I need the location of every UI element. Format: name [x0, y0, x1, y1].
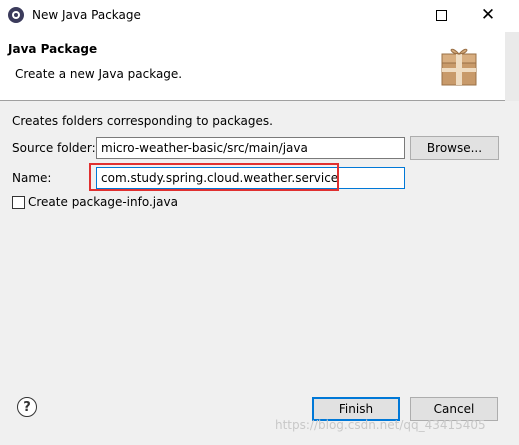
create-package-info-checkbox[interactable] [12, 196, 25, 209]
browse-button[interactable]: Browse... [410, 136, 499, 160]
new-java-package-dialog: New Java Package ✕ Java Package Create a… [0, 0, 519, 445]
watermark: https://blog.csdn.net/qq_43415405 [275, 418, 486, 432]
annotation-highlight-box [89, 163, 339, 191]
title-bar[interactable]: New Java Package ✕ [0, 0, 519, 31]
close-icon: ✕ [480, 5, 496, 25]
help-icon[interactable]: ? [17, 397, 37, 417]
package-icon [441, 48, 477, 86]
name-label: Name: [12, 171, 52, 185]
eclipse-icon [8, 7, 24, 23]
intro-text: Creates folders corresponding to package… [12, 114, 273, 128]
maximize-icon [435, 10, 447, 21]
dialog-footer: ? Finish Cancel https://blog.csdn.net/qq… [0, 371, 519, 445]
close-button[interactable]: ✕ [465, 0, 511, 31]
source-folder-label: Source folder: [12, 141, 96, 155]
window-title: New Java Package [32, 8, 141, 22]
source-folder-input[interactable]: micro-weather-basic/src/main/java [96, 137, 405, 159]
banner-title: Java Package [8, 42, 98, 56]
banner-description: Create a new Java package. [15, 67, 183, 81]
maximize-button[interactable] [418, 0, 464, 31]
wizard-body: Creates folders corresponding to package… [0, 101, 519, 371]
create-package-info-label[interactable]: Create package-info.java [28, 195, 178, 209]
